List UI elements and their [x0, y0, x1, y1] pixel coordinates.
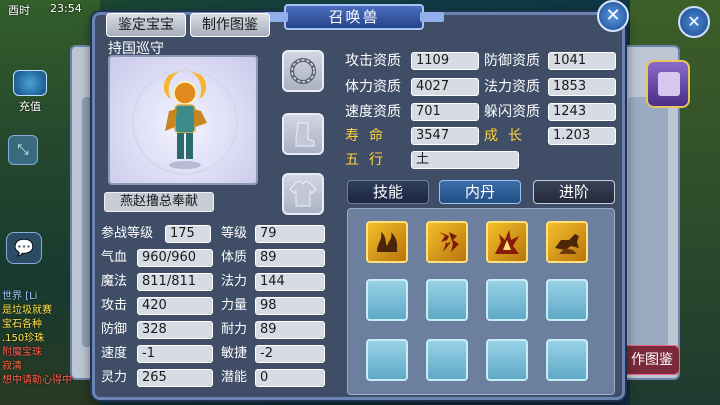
- stat-row: 敏捷 -2: [221, 345, 326, 363]
- flame-icon[interactable]: [366, 221, 408, 263]
- equip-slot-armor[interactable]: [282, 173, 324, 215]
- aptitude-row: 防御资质 1041: [484, 52, 619, 70]
- stat-row: 魔法 811/811: [101, 273, 213, 291]
- stat-row: 防御 328: [101, 321, 213, 339]
- chat-log: 世界 [Li 是垃圾就赛 宝石各种 .150珍珠 附魔宝珠 寂清 想中请勒心得中: [2, 291, 72, 386]
- stat-row: 耐力 89: [221, 321, 326, 339]
- game-time: 酉时: [8, 4, 30, 17]
- close-icon[interactable]: ✕: [597, 0, 629, 32]
- panel-title: 召唤兽: [264, 4, 444, 30]
- recharge-icon: [13, 70, 47, 96]
- item-book-icon[interactable]: [646, 60, 690, 108]
- element-row: 五行 土: [345, 151, 520, 169]
- make-atlas-button[interactable]: 制作图鉴: [190, 13, 270, 37]
- aptitude-row: 躲闪资质 1243: [484, 103, 619, 121]
- stat-row: 气血 960/960: [101, 249, 213, 267]
- aptitude-row: 法力资质 1853: [484, 78, 619, 96]
- empty-skill-slot[interactable]: [366, 279, 408, 321]
- clock: 23:54: [50, 2, 82, 15]
- tab-skills[interactable]: 技能: [347, 180, 429, 204]
- skill-grid: [347, 208, 615, 395]
- empty-skill-slot[interactable]: [426, 279, 468, 321]
- pet-owner-label: 燕赵撸总奉献: [104, 192, 214, 212]
- tab-advance[interactable]: 进阶: [533, 180, 615, 204]
- empty-skill-slot[interactable]: [486, 339, 528, 381]
- empty-skill-slot[interactable]: [486, 279, 528, 321]
- recharge-button[interactable]: 充值: [10, 70, 50, 114]
- equip-slot-ring[interactable]: [282, 50, 324, 92]
- empty-skill-slot[interactable]: [546, 279, 588, 321]
- stat-row: 等级 79: [221, 225, 326, 243]
- growth-row: 成长 1.203: [484, 127, 619, 145]
- armor-icon: [289, 180, 317, 207]
- stat-row: 法力 144: [221, 273, 326, 291]
- empty-skill-slot[interactable]: [366, 339, 408, 381]
- empty-skill-slot[interactable]: [546, 339, 588, 381]
- chat-icon[interactable]: 💬: [6, 232, 42, 264]
- ring-icon: [290, 58, 316, 84]
- equip-slot-boots[interactable]: [282, 113, 324, 155]
- stat-row: 攻击 420: [101, 297, 213, 315]
- boot-icon: [295, 122, 315, 147]
- stat-row: 参战等级 175: [101, 225, 213, 243]
- tab-inner-core[interactable]: 内丹: [439, 180, 521, 204]
- aptitude-row: 体力资质 4027: [345, 78, 480, 96]
- stat-row: 体质 89: [221, 249, 326, 267]
- stat-row: 速度 -1: [101, 345, 213, 363]
- empty-skill-slot[interactable]: [426, 339, 468, 381]
- background-close-icon[interactable]: ✕: [678, 6, 710, 38]
- stat-row: 潜能 0: [221, 369, 326, 387]
- collapse-icon[interactable]: ⤡: [8, 135, 38, 165]
- burst-icon[interactable]: [486, 221, 528, 263]
- tiger-icon[interactable]: [546, 221, 588, 263]
- stat-row: 灵力 265: [101, 369, 213, 387]
- stat-row: 力量 98: [221, 297, 326, 315]
- pet-figure: [163, 69, 207, 169]
- aptitude-row: 攻击资质 1109: [345, 52, 480, 70]
- fist-icon[interactable]: [426, 221, 468, 263]
- identify-pet-button[interactable]: 鉴定宝宝: [106, 13, 186, 37]
- aptitude-row: 速度资质 701: [345, 103, 480, 121]
- pet-portrait: [108, 55, 258, 185]
- lifespan-row: 寿命 3547: [345, 127, 480, 145]
